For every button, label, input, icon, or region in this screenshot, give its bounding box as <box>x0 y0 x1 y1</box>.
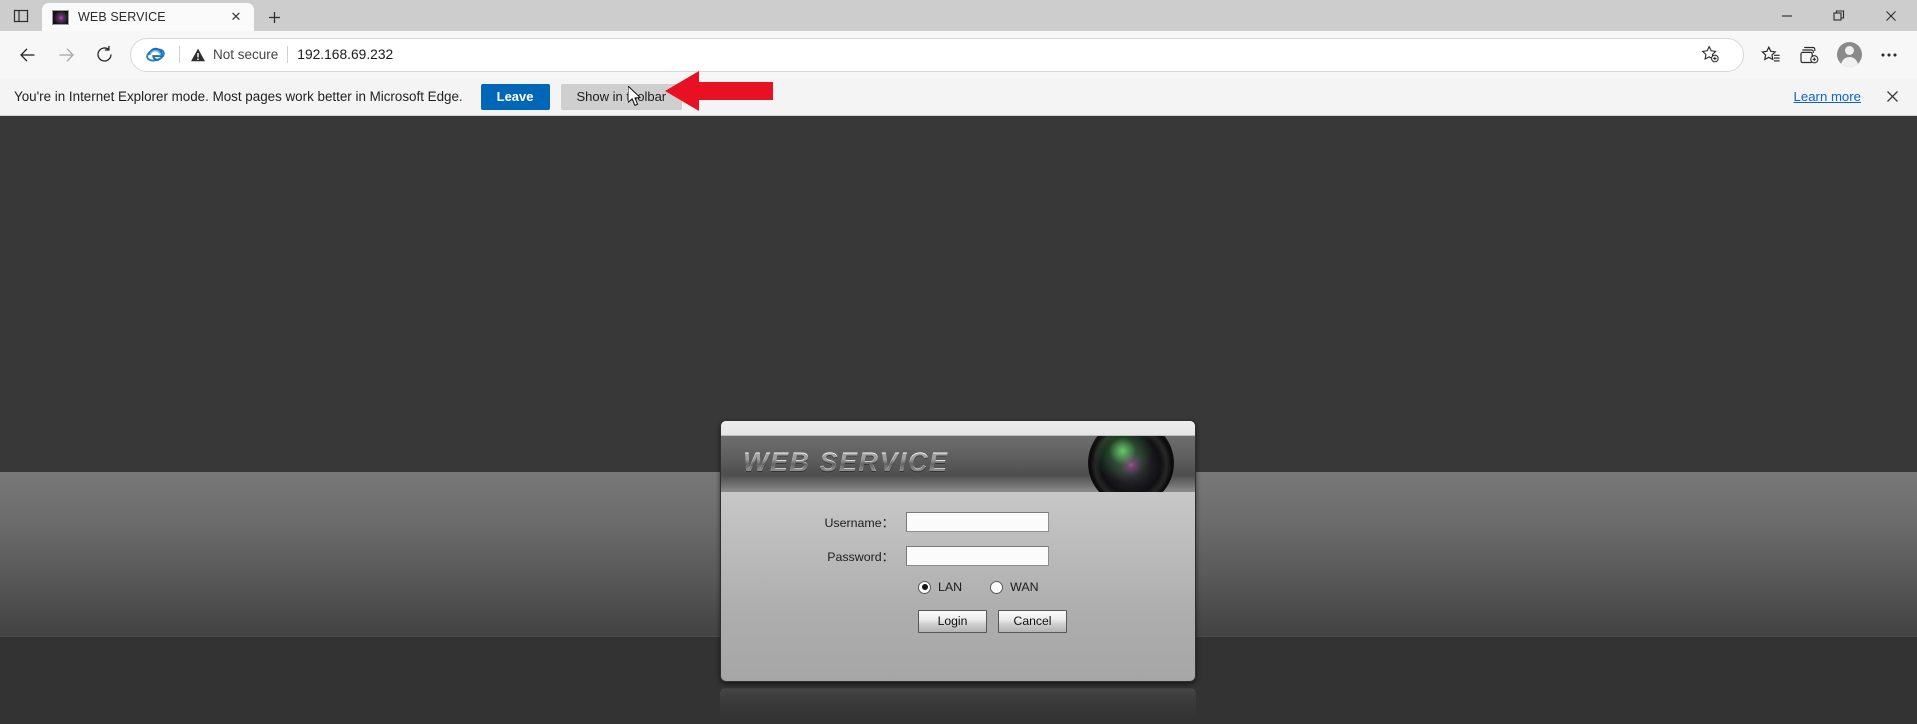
omnibox-right-actions <box>1691 36 1729 74</box>
forward-arrow-icon <box>59 47 74 62</box>
refresh-icon <box>96 45 112 62</box>
ie-mode-message: You're in Internet Explorer mode. Most p… <box>14 89 463 104</box>
camera-lens-icon <box>1088 436 1174 492</box>
favorites-button[interactable] <box>1752 36 1790 74</box>
ie-logo-icon <box>145 47 165 62</box>
plus-icon <box>268 11 280 23</box>
dialog-title: WEB SERVICE <box>743 447 949 477</box>
new-tab-button[interactable] <box>259 3 289 31</box>
security-status-label[interactable]: Not secure <box>213 47 278 62</box>
tab-actions-icon <box>13 9 29 22</box>
settings-and-more-button[interactable] <box>1870 36 1908 74</box>
add-to-favorites-button[interactable] <box>1691 36 1729 74</box>
dialog-buttons: Login Cancel <box>918 610 1195 633</box>
url-text[interactable]: 192.168.69.232 <box>297 47 393 62</box>
star-plus-icon <box>1701 45 1719 63</box>
close-tab-icon[interactable]: ✕ <box>226 7 246 27</box>
login-dialog: WEB SERVICE Username： Password： LAN WAN <box>720 420 1196 682</box>
navigation-bar: Not secure 192.168.69.232 <box>0 31 1917 78</box>
collections-icon <box>1800 46 1819 63</box>
tab-actions-button[interactable] <box>0 0 42 31</box>
password-row: Password： <box>721 546 1195 566</box>
browser-window: WEB SERVICE ✕ Not secure 192.168.69.232 … <box>0 0 1917 724</box>
password-label: Password： <box>827 550 894 564</box>
ie-bar-right-actions: Learn more <box>1794 88 1901 106</box>
address-bar[interactable]: Not secure 192.168.69.232 <box>130 36 1744 74</box>
close-window-button[interactable] <box>1865 0 1917 31</box>
omnibox-divider-1 <box>179 46 180 63</box>
avatar <box>1836 42 1862 67</box>
restore-icon <box>1833 9 1845 21</box>
dismiss-ie-bar-button[interactable] <box>1883 88 1901 106</box>
close-icon <box>1886 10 1896 21</box>
cancel-button[interactable]: Cancel <box>998 610 1067 633</box>
close-icon <box>1886 91 1898 102</box>
username-label: Username： <box>824 516 894 530</box>
warning-triangle-icon <box>189 46 206 63</box>
login-button[interactable]: Login <box>918 610 987 633</box>
ie-mode-notification-bar: You're in Internet Explorer mode. Most p… <box>0 78 1917 116</box>
learn-more-link[interactable]: Learn more <box>1794 89 1861 104</box>
lan-radio-button[interactable] <box>918 580 931 594</box>
username-row: Username： <box>721 512 1195 532</box>
back-button[interactable] <box>9 36 47 74</box>
login-form: Username： Password： LAN WAN Login Cancel <box>721 492 1195 681</box>
password-input[interactable] <box>906 546 1049 566</box>
radio-option-lan[interactable]: LAN <box>918 580 962 594</box>
username-input[interactable] <box>906 512 1049 532</box>
window-controls <box>1761 0 1917 31</box>
wan-radio-button[interactable] <box>990 580 1004 594</box>
title-bar: WEB SERVICE ✕ <box>0 0 1917 31</box>
annotation-red-arrow <box>665 71 773 111</box>
leave-button[interactable]: Leave <box>480 83 550 110</box>
wan-label: WAN <box>1010 580 1039 594</box>
lan-label: LAN <box>938 580 963 594</box>
dialog-top-strip <box>721 421 1195 436</box>
refresh-button[interactable] <box>85 36 123 74</box>
dialog-header: WEB SERVICE <box>721 436 1195 492</box>
radio-option-wan[interactable]: WAN <box>990 580 1039 594</box>
restore-button[interactable] <box>1813 0 1865 31</box>
not-secure-warning-icon <box>190 48 205 61</box>
browser-tab[interactable]: WEB SERVICE ✕ <box>42 3 254 31</box>
ellipsis-icon <box>1881 52 1897 57</box>
camera-lens-favicon <box>52 9 69 25</box>
favorites-star-icon <box>1761 45 1780 61</box>
back-arrow-icon <box>20 47 35 62</box>
show-in-toolbar-button[interactable]: Show in toolbar <box>560 83 683 110</box>
internet-explorer-mode-icon[interactable] <box>144 44 166 66</box>
omnibox-divider-2 <box>287 46 289 63</box>
minimize-icon <box>1782 14 1792 17</box>
tab-title: WEB SERVICE <box>78 10 166 24</box>
minimize-button[interactable] <box>1761 0 1813 31</box>
network-mode-group: LAN WAN <box>918 580 1195 594</box>
collections-button[interactable] <box>1790 36 1828 74</box>
profile-button[interactable] <box>1828 36 1870 74</box>
forward-button[interactable] <box>47 36 85 74</box>
login-dialog-reflection <box>720 688 1196 724</box>
